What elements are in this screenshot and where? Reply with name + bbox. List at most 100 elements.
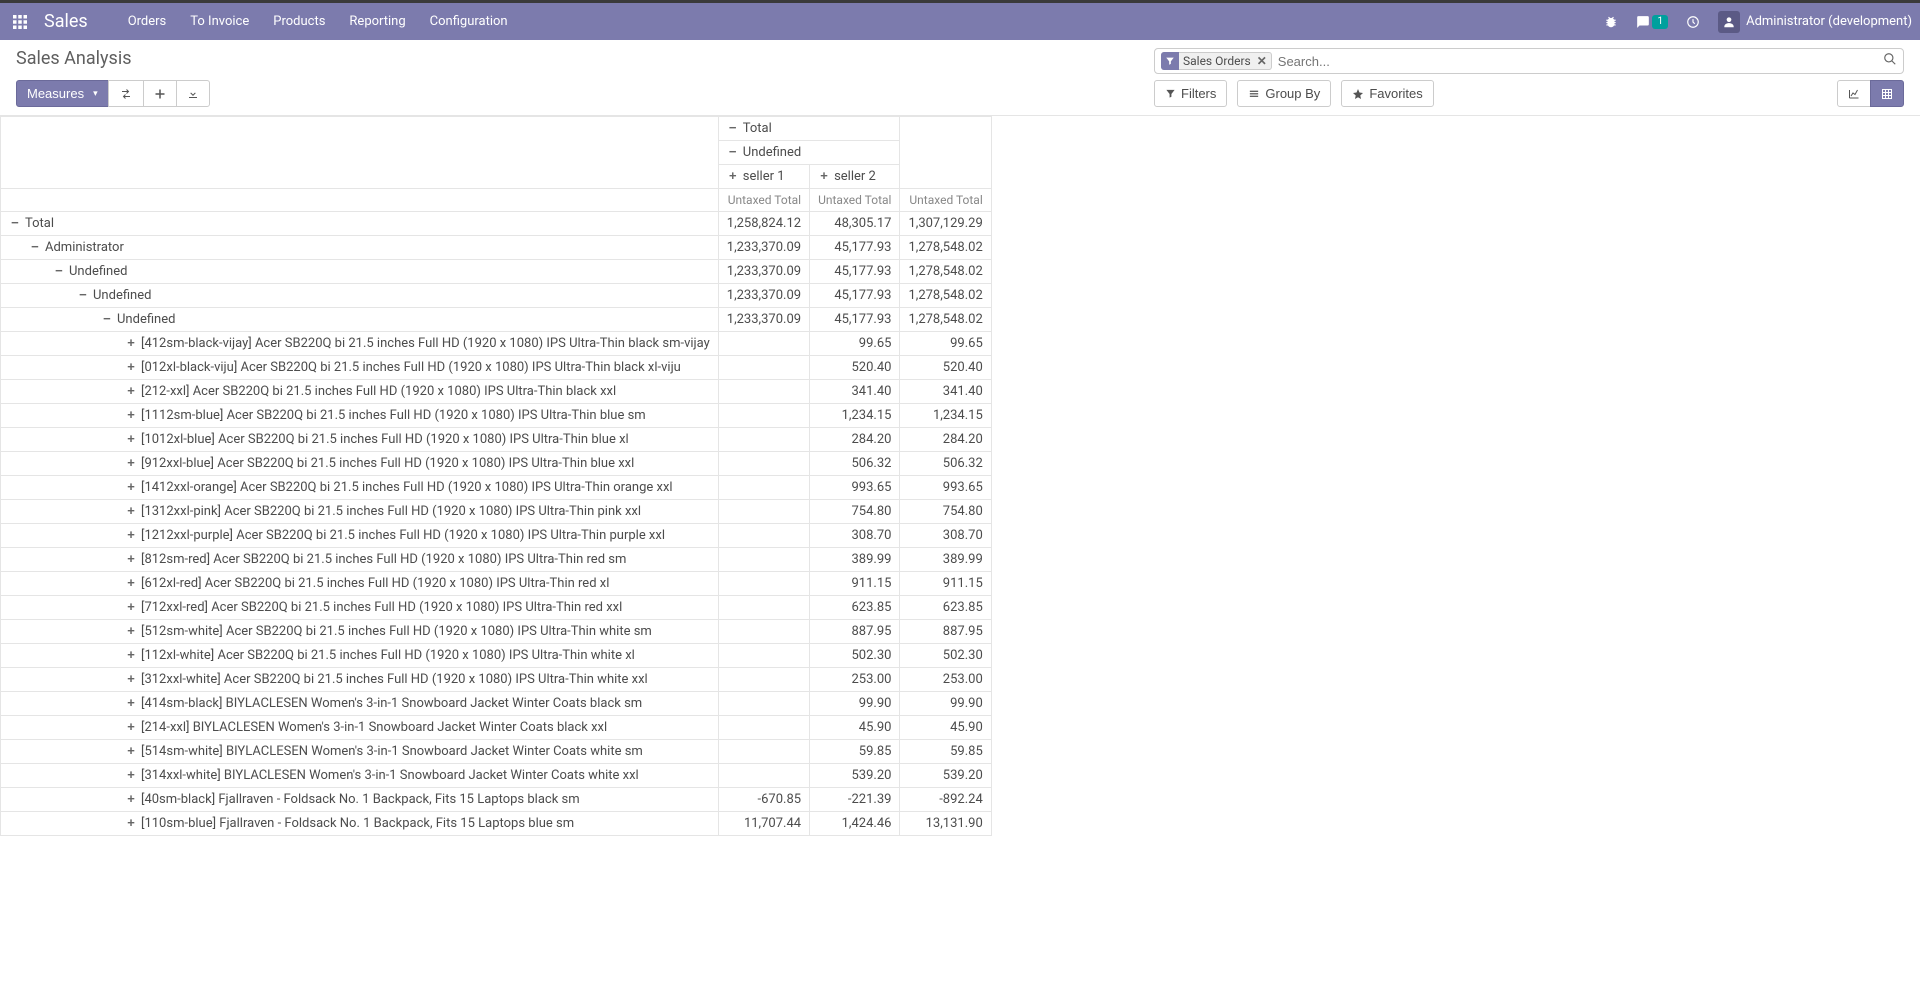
row-label[interactable]: −Undefined: [1, 284, 719, 308]
favorites-button[interactable]: Favorites: [1341, 80, 1433, 107]
expand-icon[interactable]: +: [125, 768, 137, 783]
collapse-icon[interactable]: −: [77, 288, 89, 303]
expand-icon[interactable]: +: [125, 480, 137, 495]
search-view[interactable]: Sales Orders ✕: [1154, 48, 1904, 74]
pivot-cell: 341.40: [810, 380, 900, 404]
row-label[interactable]: −Administrator: [1, 236, 719, 260]
expand-icon[interactable]: +: [125, 360, 137, 375]
col-header-seller[interactable]: +seller 2: [810, 165, 900, 189]
facet-remove[interactable]: ✕: [1257, 54, 1267, 68]
row-label[interactable]: +[312xxl-white] Acer SB220Q bi 21.5 inch…: [1, 668, 719, 692]
row-label[interactable]: −Undefined: [1, 308, 719, 332]
row-label[interactable]: +[214-xxl] BIYLACLESEN Women's 3-in-1 Sn…: [1, 716, 719, 740]
expand-icon[interactable]: +: [125, 384, 137, 399]
pivot-row: +[012xl-black-viju] Acer SB220Q bi 21.5 …: [1, 356, 992, 380]
row-label[interactable]: +[112xl-white] Acer SB220Q bi 21.5 inche…: [1, 644, 719, 668]
apps-icon[interactable]: [8, 10, 32, 34]
pivot-row: +[112xl-white] Acer SB220Q bi 21.5 inche…: [1, 644, 992, 668]
col-header-seller[interactable]: +seller 1: [718, 165, 809, 189]
collapse-icon[interactable]: −: [29, 240, 41, 255]
expand-icon[interactable]: +: [125, 528, 137, 543]
activities-icon[interactable]: [1686, 15, 1700, 29]
measure-header[interactable]: Untaxed Total: [810, 189, 900, 212]
measures-button[interactable]: Measures▾: [16, 80, 109, 107]
pivot-row: +[40sm-black] Fjallraven - Foldsack No. …: [1, 788, 992, 812]
row-label[interactable]: −Undefined: [1, 260, 719, 284]
collapse-icon[interactable]: −: [727, 145, 739, 160]
expand-icon[interactable]: +: [125, 408, 137, 423]
expand-icon[interactable]: +: [125, 744, 137, 759]
group-by-button[interactable]: Group By: [1237, 80, 1331, 107]
expand-icon[interactable]: +: [125, 624, 137, 639]
pivot-cell: 284.20: [900, 428, 991, 452]
row-label[interactable]: +[1212xxl-purple] Acer SB220Q bi 21.5 in…: [1, 524, 719, 548]
expand-icon[interactable]: +: [125, 336, 137, 351]
search-icon[interactable]: [1883, 52, 1897, 70]
collapse-icon[interactable]: −: [101, 312, 113, 327]
pivot-view-button[interactable]: [1870, 80, 1904, 107]
pivot-cell: 1,307,129.29: [900, 212, 991, 236]
search-input[interactable]: [1278, 54, 1883, 69]
pivot-cell: 99.90: [900, 692, 991, 716]
row-label[interactable]: +[40sm-black] Fjallraven - Foldsack No. …: [1, 788, 719, 812]
nav-orders[interactable]: Orders: [128, 14, 167, 29]
row-label[interactable]: −Total: [1, 212, 719, 236]
measure-header[interactable]: Untaxed Total: [900, 189, 991, 212]
row-label[interactable]: +[314xxl-white] BIYLACLESEN Women's 3-in…: [1, 764, 719, 788]
expand-icon[interactable]: +: [125, 456, 137, 471]
collapse-icon[interactable]: −: [53, 264, 65, 279]
graph-view-button[interactable]: [1837, 80, 1871, 107]
row-label[interactable]: +[612xl-red] Acer SB220Q bi 21.5 inches …: [1, 572, 719, 596]
col-header-undefined[interactable]: −Undefined: [718, 141, 900, 165]
pivot-cell: 99.90: [810, 692, 900, 716]
row-label[interactable]: +[812sm-red] Acer SB220Q bi 21.5 inches …: [1, 548, 719, 572]
expand-icon[interactable]: +: [727, 169, 739, 184]
expand-icon[interactable]: +: [125, 696, 137, 711]
pivot-row: −Administrator1,233,370.0945,177.931,278…: [1, 236, 992, 260]
row-label[interactable]: +[412sm-black-vijay] Acer SB220Q bi 21.5…: [1, 332, 719, 356]
messaging-icon[interactable]: 1: [1636, 15, 1668, 29]
expand-icon[interactable]: +: [125, 648, 137, 663]
row-label[interactable]: +[110sm-blue] Fjallraven - Foldsack No. …: [1, 812, 719, 836]
row-label[interactable]: +[912xxl-blue] Acer SB220Q bi 21.5 inche…: [1, 452, 719, 476]
row-label[interactable]: +[512sm-white] Acer SB220Q bi 21.5 inche…: [1, 620, 719, 644]
row-label[interactable]: +[1012xl-blue] Acer SB220Q bi 21.5 inche…: [1, 428, 719, 452]
expand-icon[interactable]: +: [125, 792, 137, 807]
row-label[interactable]: +[1112sm-blue] Acer SB220Q bi 21.5 inche…: [1, 404, 719, 428]
nav-reporting[interactable]: Reporting: [349, 14, 405, 29]
expand-icon[interactable]: +: [125, 600, 137, 615]
pivot-cell: 284.20: [810, 428, 900, 452]
expand-icon[interactable]: +: [125, 504, 137, 519]
app-brand[interactable]: Sales: [44, 11, 88, 32]
row-label[interactable]: +[514sm-white] BIYLACLESEN Women's 3-in-…: [1, 740, 719, 764]
pivot-cell: 1,234.15: [900, 404, 991, 428]
collapse-icon[interactable]: −: [727, 121, 739, 136]
collapse-icon[interactable]: −: [9, 216, 21, 231]
nav-configuration[interactable]: Configuration: [430, 14, 508, 29]
expand-icon[interactable]: +: [818, 169, 830, 184]
row-label[interactable]: +[1312xxl-pink] Acer SB220Q bi 21.5 inch…: [1, 500, 719, 524]
row-label[interactable]: +[414sm-black] BIYLACLESEN Women's 3-in-…: [1, 692, 719, 716]
user-menu[interactable]: Administrator (development): [1718, 11, 1912, 33]
measure-header[interactable]: Untaxed Total: [718, 189, 809, 212]
row-label[interactable]: +[212-xxl] Acer SB220Q bi 21.5 inches Fu…: [1, 380, 719, 404]
debug-icon[interactable]: [1604, 15, 1618, 29]
row-label[interactable]: +[1412xxl-orange] Acer SB220Q bi 21.5 in…: [1, 476, 719, 500]
expand-icon[interactable]: +: [125, 576, 137, 591]
expand-icon[interactable]: +: [125, 672, 137, 687]
filters-button[interactable]: Filters: [1154, 80, 1227, 107]
expand-icon[interactable]: +: [125, 720, 137, 735]
top-navbar: Sales Orders To Invoice Products Reporting C…: [0, 0, 1920, 40]
pivot-cell: [718, 692, 809, 716]
row-label[interactable]: +[712xxl-red] Acer SB220Q bi 21.5 inches…: [1, 596, 719, 620]
expand-icon[interactable]: +: [125, 432, 137, 447]
flip-axis-button[interactable]: [108, 80, 144, 107]
expand-all-button[interactable]: [143, 80, 177, 107]
row-label[interactable]: +[012xl-black-viju] Acer SB220Q bi 21.5 …: [1, 356, 719, 380]
download-xlsx-button[interactable]: [176, 80, 210, 107]
expand-icon[interactable]: +: [125, 552, 137, 567]
nav-products[interactable]: Products: [273, 14, 325, 29]
col-header-total[interactable]: −Total: [718, 117, 900, 141]
expand-icon[interactable]: +: [125, 816, 137, 831]
nav-to-invoice[interactable]: To Invoice: [190, 14, 249, 29]
